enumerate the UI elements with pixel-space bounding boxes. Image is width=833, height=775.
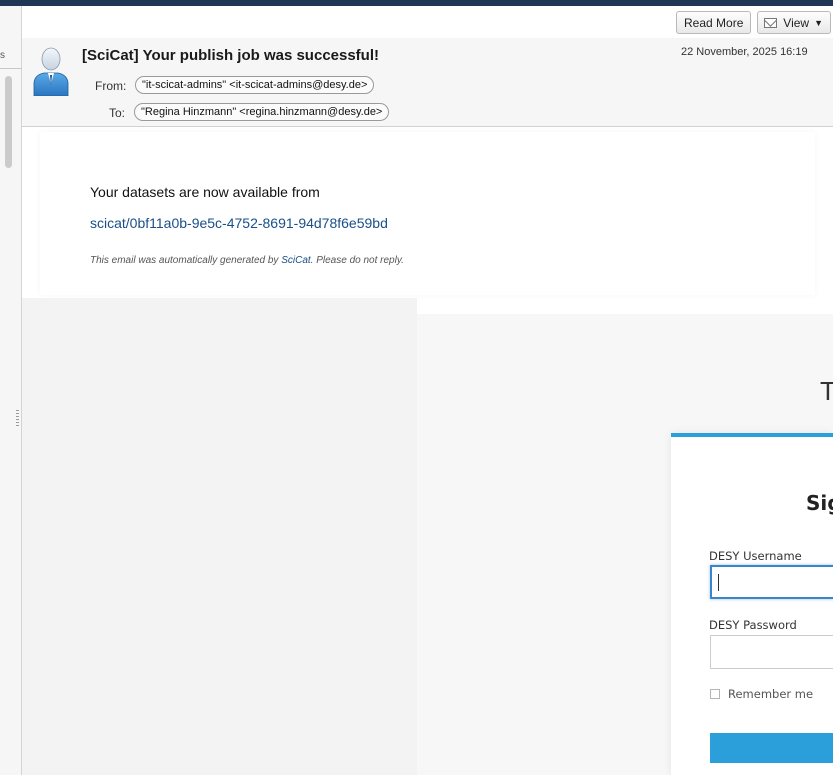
message-card: Your datasets are now available from sci… [40, 132, 815, 295]
window-top-bar [0, 0, 833, 6]
to-address-pill[interactable]: "Regina Hinzmann" <regina.hinzmann@desy.… [134, 103, 390, 121]
chevron-down-icon: ▼ [814, 17, 823, 28]
remember-me-option[interactable]: Remember me [710, 687, 813, 701]
envelope-icon [764, 17, 778, 28]
dataset-link[interactable]: scicat/0bf11a0b-9e5c-4752-8691-94d78f6e5… [90, 215, 388, 231]
person-icon [33, 47, 69, 96]
email-header: [SciCat] Your publish job was successful… [22, 38, 833, 127]
view-button[interactable]: View ▼ [757, 11, 831, 34]
sidebar-partial-text: s [0, 50, 5, 61]
username-input[interactable] [710, 565, 833, 599]
auto-generated-note: This email was automatically generated b… [90, 255, 404, 266]
from-address-pill[interactable]: "it-scicat-admins" <it-scicat-admins@des… [135, 76, 375, 94]
remember-me-label: Remember me [728, 687, 814, 701]
read-more-label: Read More [684, 15, 744, 30]
footer-prefix: This email was automatically generated b… [90, 255, 282, 266]
email-subject: [SciCat] Your publish job was successful… [82, 47, 380, 64]
sidebar-divider [0, 68, 22, 69]
footer-suffix: . Please do not reply. [310, 255, 404, 266]
remember-me-checkbox[interactable] [710, 689, 720, 699]
password-label: DESY Password [709, 618, 797, 632]
pane-resize-handle[interactable] [16, 410, 19, 426]
email-body: Your datasets are now available from sci… [22, 128, 833, 775]
password-input[interactable] [710, 635, 833, 669]
to-label: To: [109, 106, 126, 120]
read-more-button[interactable]: Read More [676, 11, 752, 34]
left-sidebar: s [0, 6, 22, 775]
username-label: DESY Username [709, 549, 802, 563]
login-page-heading-partial: T [820, 376, 833, 406]
sign-in-button[interactable] [710, 733, 833, 763]
sign-in-title: Sig [806, 491, 833, 515]
scicat-link[interactable]: SciCat [281, 255, 310, 266]
email-date: 22 November, 2025 16:19 [681, 46, 808, 58]
text-cursor [718, 574, 719, 591]
login-card: Sig DESY Username DESY Password Remember… [671, 433, 833, 775]
from-label: From: [95, 79, 127, 93]
view-label: View [783, 15, 810, 30]
body-intro-text: Your datasets are now available from [90, 184, 320, 200]
sidebar-scrollbar[interactable] [5, 76, 12, 168]
embedded-page-background [22, 298, 417, 775]
